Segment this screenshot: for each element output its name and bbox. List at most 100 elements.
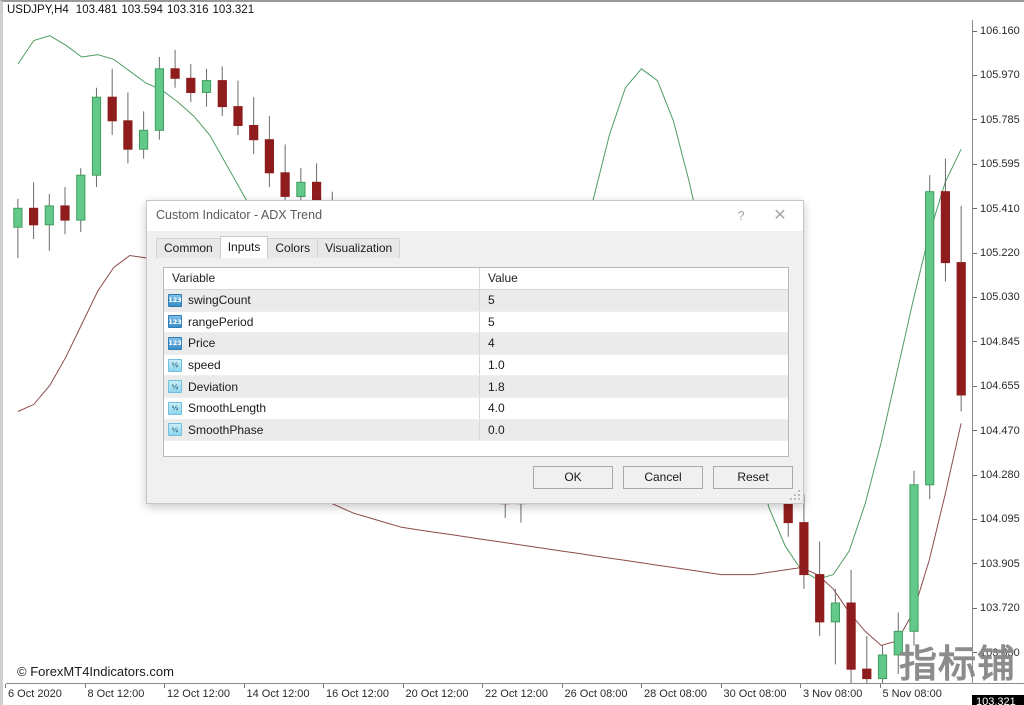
time-tick-label: 12 Oct 12:00 — [167, 688, 230, 700]
time-tick-label: 8 Oct 12:00 — [87, 688, 145, 700]
variable-name: swingCount — [188, 293, 251, 308]
table-row[interactable]: 123 Price 4 — [164, 333, 788, 355]
table-row[interactable]: ½ Deviation 1.8 — [164, 376, 788, 398]
close-icon[interactable]: ✕ — [763, 201, 797, 231]
time-tick-label: 28 Oct 08:00 — [644, 688, 707, 700]
price-tick-label: 104.470 — [973, 425, 1024, 439]
cell-value[interactable]: 4 — [479, 333, 788, 354]
tab-visualization[interactable]: Visualization — [317, 238, 401, 258]
current-price-tag: 103.321 — [972, 694, 1024, 705]
price-tick-label: 103.905 — [973, 558, 1024, 572]
dialog-tabstrip[interactable]: Common Inputs Colors Visualization — [156, 236, 401, 258]
cell-variable: ½ Deviation — [164, 376, 479, 397]
time-tick-label: 5 Nov 08:00 — [882, 688, 942, 700]
cell-value[interactable]: 5 — [479, 311, 788, 333]
grid-rows: 123 swingCount 5 123 rangePeriod 5 123 Price 4 ½ s… — [164, 290, 788, 442]
time-tick-mark — [482, 684, 483, 688]
quote-open: 103.481 — [75, 4, 118, 16]
price-tick-mark — [973, 563, 977, 565]
price-tick-mark — [973, 208, 977, 210]
price-tick-mark — [973, 296, 977, 298]
time-tick-mark — [720, 684, 722, 688]
time-tick-label: 14 Oct 12:00 — [246, 688, 310, 700]
variable-name: rangePeriod — [188, 314, 254, 329]
cell-value[interactable]: 5 — [479, 290, 788, 311]
price-tick-mark — [973, 163, 977, 165]
price-tick-label: 104.655 — [973, 380, 1024, 394]
price-tick-mark — [973, 119, 977, 121]
resize-grip[interactable] — [790, 490, 800, 500]
price-tick-label: 105.410 — [973, 203, 1024, 217]
dialog-button-row: OK Cancel Reset — [533, 466, 793, 489]
cancel-button[interactable]: Cancel — [623, 466, 703, 489]
table-row[interactable]: ½ speed 1.0 — [164, 354, 788, 377]
price-tick-mark — [973, 30, 977, 32]
tab-colors[interactable]: Colors — [267, 238, 319, 258]
ok-button[interactable]: OK — [533, 466, 613, 489]
variable-name: speed — [188, 358, 221, 373]
price-tick-label: 105.785 — [973, 114, 1024, 128]
time-tick-mark — [561, 684, 563, 688]
custom-indicator-dialog[interactable]: Custom Indicator - ADX Trend ? ✕ Common I… — [146, 200, 804, 504]
price-tick-label: 105.220 — [973, 247, 1024, 261]
time-tick-mark — [243, 684, 245, 688]
integer-type-icon: 123 — [168, 336, 182, 350]
copyright-text: © ForexMT4Indicators.com — [17, 664, 174, 679]
table-row[interactable]: ½ SmoothLength 4.0 — [164, 397, 788, 420]
cell-value[interactable]: 0.0 — [479, 419, 788, 441]
cell-variable: 123 rangePeriod — [164, 312, 479, 333]
price-tick-label: 104.845 — [973, 336, 1024, 350]
price-tick-label: 103.720 — [973, 602, 1024, 616]
variable-name: Deviation — [188, 379, 239, 394]
price-tick-mark — [973, 385, 977, 387]
float-type-icon: ½ — [168, 423, 182, 437]
time-tick-mark — [641, 684, 642, 688]
price-tick-mark — [973, 430, 977, 432]
cell-value[interactable]: 1.0 — [479, 354, 788, 376]
time-tick-label: 20 Oct 12:00 — [405, 688, 469, 700]
table-row[interactable]: 123 swingCount 5 — [164, 290, 788, 312]
time-scale[interactable]: 6 Oct 2020 8 Oct 12:00 12 Oct 12:00 14 Oct … — [5, 683, 1024, 705]
dialog-titlebar[interactable]: Custom Indicator - ADX Trend ? ✕ — [147, 201, 803, 231]
watermark-text: 指标铺 — [898, 642, 1016, 686]
cell-value[interactable]: 4.0 — [479, 397, 788, 419]
float-type-icon: ½ — [168, 380, 182, 394]
price-tick-label: 105.970 — [973, 69, 1024, 83]
inputs-grid[interactable]: Variable Value 123 swingCount 5 123 rangePer… — [163, 267, 789, 457]
price-tick-label: 104.095 — [973, 513, 1024, 527]
quote-close: 103.321 — [212, 4, 255, 16]
cell-value[interactable]: 1.8 — [479, 376, 788, 397]
time-tick-label: 6 Oct 2020 — [8, 688, 62, 700]
grid-header-row: Variable Value — [164, 268, 788, 290]
table-row[interactable]: 123 rangePeriod 5 — [164, 311, 788, 334]
cell-variable: ½ speed — [164, 355, 479, 376]
symbol-quote-bar: USDJPY,H4 103.481 103.594 103.316 103.321 — [7, 4, 258, 19]
chart-symbol-label: USDJPY,H4 — [7, 4, 69, 16]
time-tick-label: 30 Oct 08:00 — [723, 688, 787, 700]
time-tick-mark — [800, 684, 801, 688]
grid-empty-space — [164, 441, 788, 456]
time-tick-label: 26 Oct 08:00 — [564, 688, 628, 700]
time-tick-label: 3 Nov 08:00 — [803, 688, 863, 700]
time-tick-label: 22 Oct 12:00 — [485, 688, 548, 700]
time-tick-mark — [323, 684, 324, 688]
dialog-title: Custom Indicator - ADX Trend — [156, 208, 323, 222]
price-scale[interactable]: 106.160 105.970 105.785 105.595 105.410 105.2… — [972, 20, 1024, 684]
dialog-body: Common Inputs Colors Visualization Variable… — [147, 231, 803, 503]
price-tick-label: 106.160 — [973, 25, 1024, 39]
time-tick-mark — [5, 684, 6, 688]
variable-name: SmoothPhase — [188, 422, 264, 437]
cell-variable: 123 swingCount — [164, 290, 479, 311]
tab-inputs[interactable]: Inputs — [219, 236, 269, 258]
price-tick-mark — [973, 518, 977, 520]
help-icon[interactable]: ? — [724, 201, 758, 231]
column-header-variable: Variable — [172, 271, 216, 285]
reset-button[interactable]: Reset — [713, 466, 793, 489]
variable-name: SmoothLength — [188, 401, 267, 416]
price-tick-label: 105.030 — [973, 291, 1024, 305]
price-tick-mark — [973, 341, 977, 343]
cell-variable: ½ SmoothLength — [164, 398, 479, 419]
table-row[interactable]: ½ SmoothPhase 0.0 — [164, 419, 788, 442]
tab-common[interactable]: Common — [156, 238, 221, 258]
time-tick-mark — [84, 684, 86, 688]
